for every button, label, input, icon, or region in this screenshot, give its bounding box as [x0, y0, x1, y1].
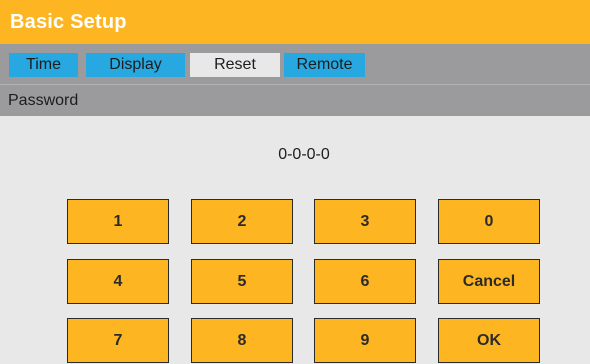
key-4-button[interactable]: 4	[67, 259, 169, 304]
tab-display[interactable]: Display	[86, 53, 185, 77]
tab-reset[interactable]: Reset	[190, 53, 280, 77]
password-display: 0-0-0-0	[278, 146, 330, 163]
cancel-button[interactable]: Cancel	[438, 259, 540, 304]
tab-time[interactable]: Time	[9, 53, 78, 77]
window-title: Basic Setup	[10, 10, 127, 33]
key-1-button[interactable]: 1	[67, 199, 169, 244]
title-bar: Basic Setup	[0, 0, 590, 44]
tab-remote[interactable]: Remote	[284, 53, 365, 77]
key-0-button[interactable]: 0	[438, 199, 540, 244]
key-6-button[interactable]: 6	[314, 259, 416, 304]
ok-button[interactable]: OK	[438, 318, 540, 363]
section-label: Password	[8, 91, 79, 109]
key-2-button[interactable]: 2	[191, 199, 293, 244]
section-header: Password	[0, 84, 590, 116]
key-9-button[interactable]: 9	[314, 318, 416, 363]
key-7-button[interactable]: 7	[67, 318, 169, 363]
key-8-button[interactable]: 8	[191, 318, 293, 363]
key-3-button[interactable]: 3	[314, 199, 416, 244]
tab-strip: Time Display Reset Remote	[0, 44, 590, 84]
key-5-button[interactable]: 5	[191, 259, 293, 304]
